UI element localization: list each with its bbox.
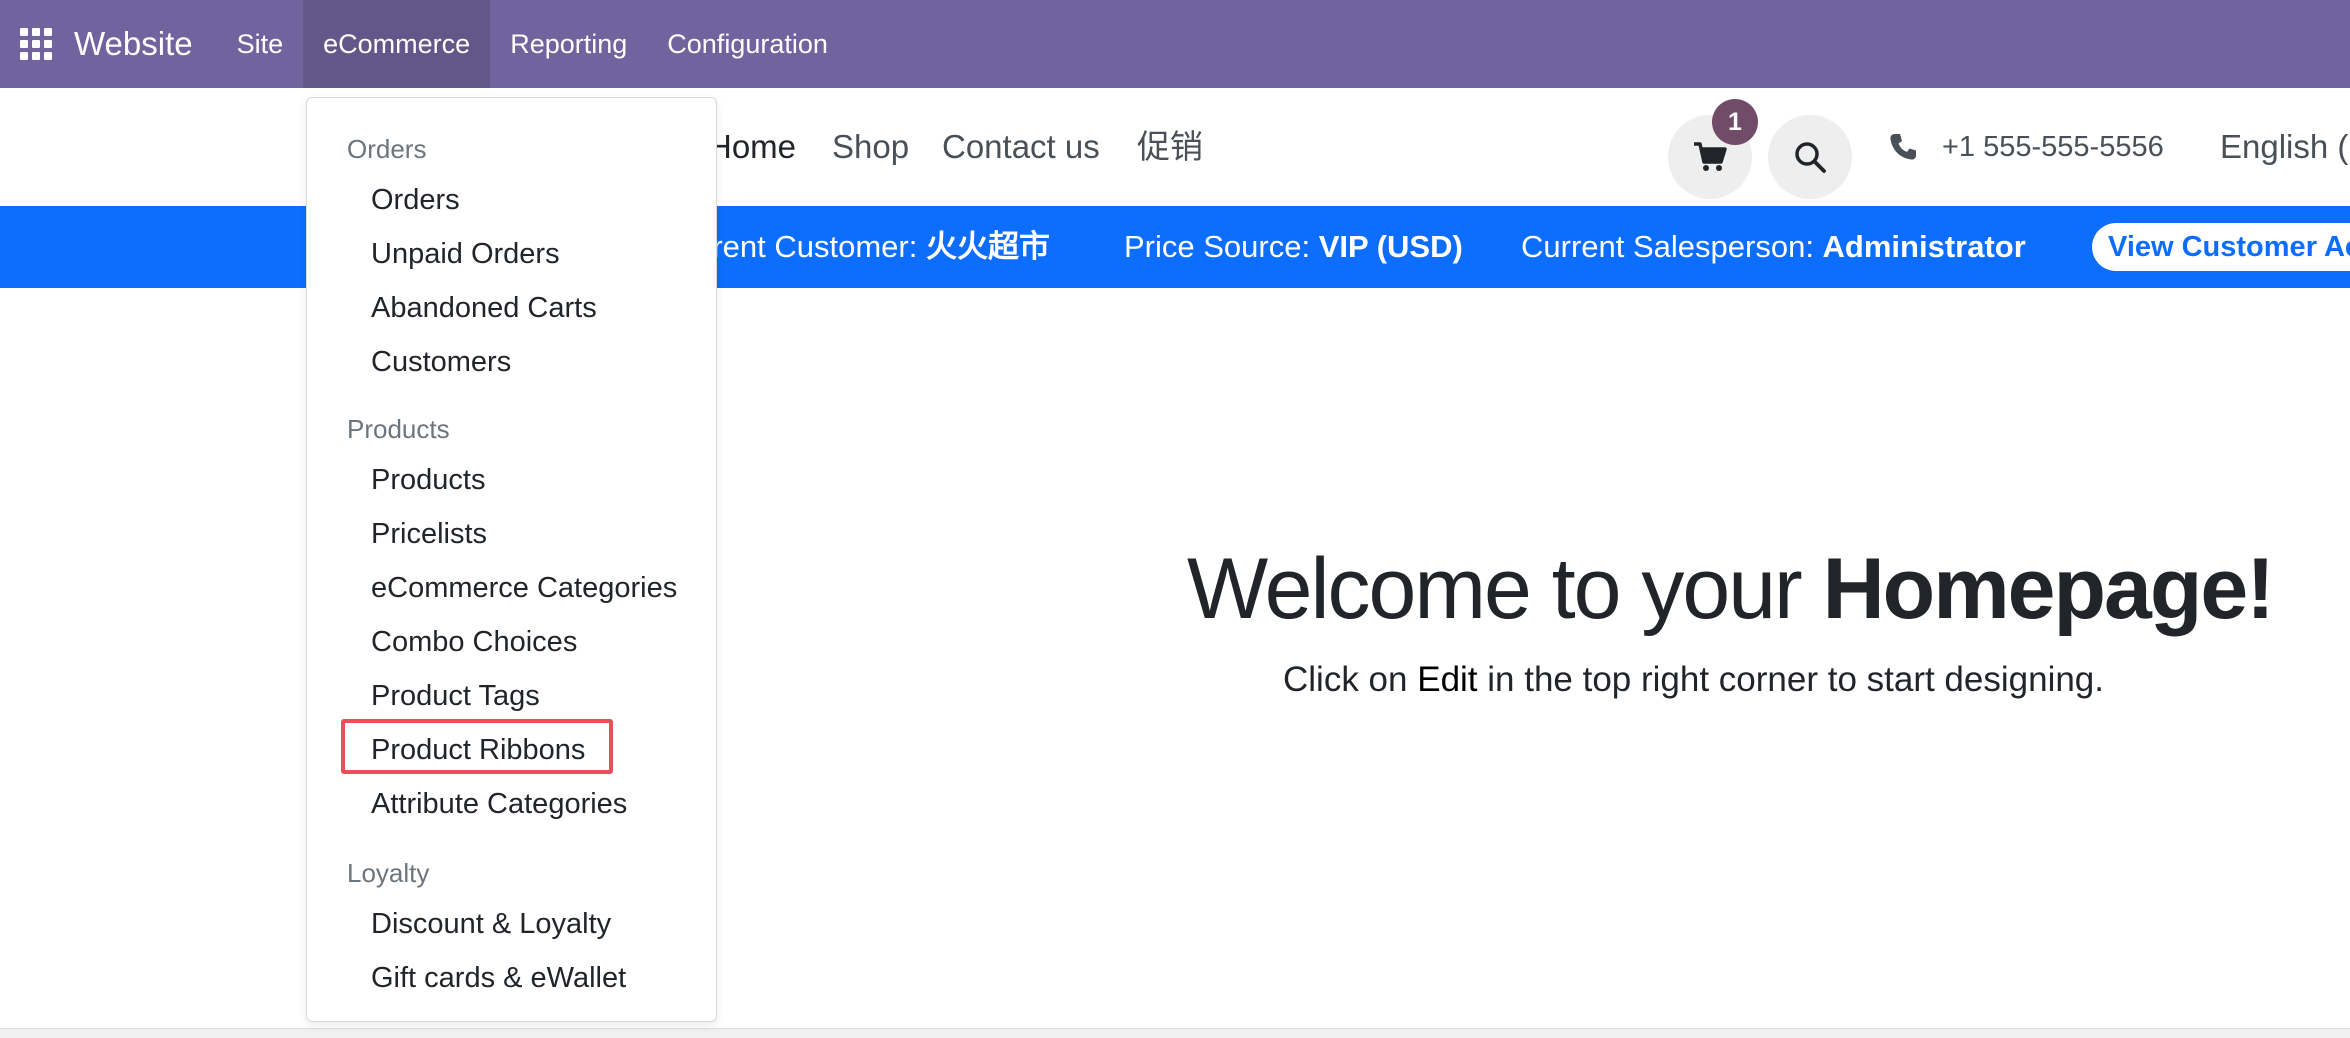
highlight-annotation-box — [341, 719, 613, 774]
menu-reporting[interactable]: Reporting — [490, 0, 647, 88]
nav-home[interactable]: Home — [708, 88, 796, 206]
menu-item-pricelists[interactable]: Pricelists — [371, 518, 487, 551]
nav-shop[interactable]: Shop — [832, 88, 909, 206]
admin-navbar: Website Site eCommerce Reporting Configu… — [0, 0, 2350, 88]
menu-item-orders[interactable]: Orders — [371, 184, 460, 217]
current-customer: rrent Customer: 火火超市 — [702, 206, 1050, 288]
search-icon — [1795, 142, 1826, 173]
nav-promotions[interactable]: 促销 — [1137, 88, 1203, 206]
menu-item-customers[interactable]: Customers — [371, 346, 511, 379]
apps-menu-icon[interactable] — [0, 0, 72, 88]
dropdown-header-orders: Orders — [347, 134, 427, 164]
nav-contact-us[interactable]: Contact us — [942, 88, 1100, 206]
welcome-subtext: Click on Edit in the top right corner to… — [1283, 660, 2104, 700]
menu-item-product-tags[interactable]: Product Tags — [371, 680, 540, 713]
price-source-value: VIP (USD) — [1318, 229, 1463, 264]
menu-ecommerce[interactable]: eCommerce — [303, 0, 491, 88]
current-salesperson: Current Salesperson: Administrator — [1521, 206, 2026, 288]
menu-site[interactable]: Site — [217, 0, 304, 88]
menu-item-products[interactable]: Products — [371, 464, 485, 497]
app-brand[interactable]: Website — [72, 0, 217, 88]
page-bottom-border — [0, 1028, 2350, 1038]
cart-icon — [1694, 142, 1727, 171]
menu-item-abandoned-carts[interactable]: Abandoned Carts — [371, 292, 597, 325]
dropdown-header-products: Products — [347, 414, 450, 444]
current-customer-value: 火火超市 — [925, 229, 1050, 264]
menu-item-attribute-categories[interactable]: Attribute Categories — [371, 788, 627, 821]
view-customer-account-button[interactable]: View Customer Ac — [2092, 223, 2350, 271]
subtext-prefix: Click on — [1283, 660, 1418, 699]
subtext-edit: Edit — [1417, 660, 1478, 699]
price-source: Price Source: VIP (USD) — [1124, 206, 1463, 288]
phone-icon — [1890, 134, 1916, 160]
current-salesperson-label: Current Salesperson: — [1521, 229, 1823, 264]
current-customer-label: rrent Customer: — [702, 229, 926, 264]
phone-number[interactable]: +1 555-555-5556 — [1942, 88, 2164, 206]
menu-configuration[interactable]: Configuration — [647, 0, 848, 88]
welcome-bold: Homepage! — [1822, 541, 2275, 637]
menu-item-discount-loyalty[interactable]: Discount & Loyalty — [371, 908, 611, 941]
subtext-suffix: in the top right corner to start designi… — [1477, 660, 2104, 699]
menu-item-ecommerce-categories[interactable]: eCommerce Categories — [371, 572, 677, 605]
language-selector[interactable]: English ( — [2220, 88, 2348, 206]
welcome-heading: Welcome to your Homepage! — [1187, 540, 2275, 639]
current-salesperson-value: Administrator — [1822, 229, 2026, 264]
price-source-label: Price Source: — [1124, 229, 1319, 264]
ecommerce-dropdown-menu: Orders Orders Unpaid Orders Abandoned Ca… — [306, 97, 717, 1022]
menu-item-combo-choices[interactable]: Combo Choices — [371, 626, 577, 659]
menu-item-gift-cards-ewallet[interactable]: Gift cards & eWallet — [371, 962, 626, 995]
cart-count-badge: 1 — [1712, 99, 1758, 145]
welcome-prefix: Welcome to your — [1187, 541, 1823, 637]
menu-item-unpaid-orders[interactable]: Unpaid Orders — [371, 238, 560, 271]
dropdown-header-loyalty: Loyalty — [347, 858, 430, 888]
search-button[interactable] — [1768, 115, 1852, 199]
